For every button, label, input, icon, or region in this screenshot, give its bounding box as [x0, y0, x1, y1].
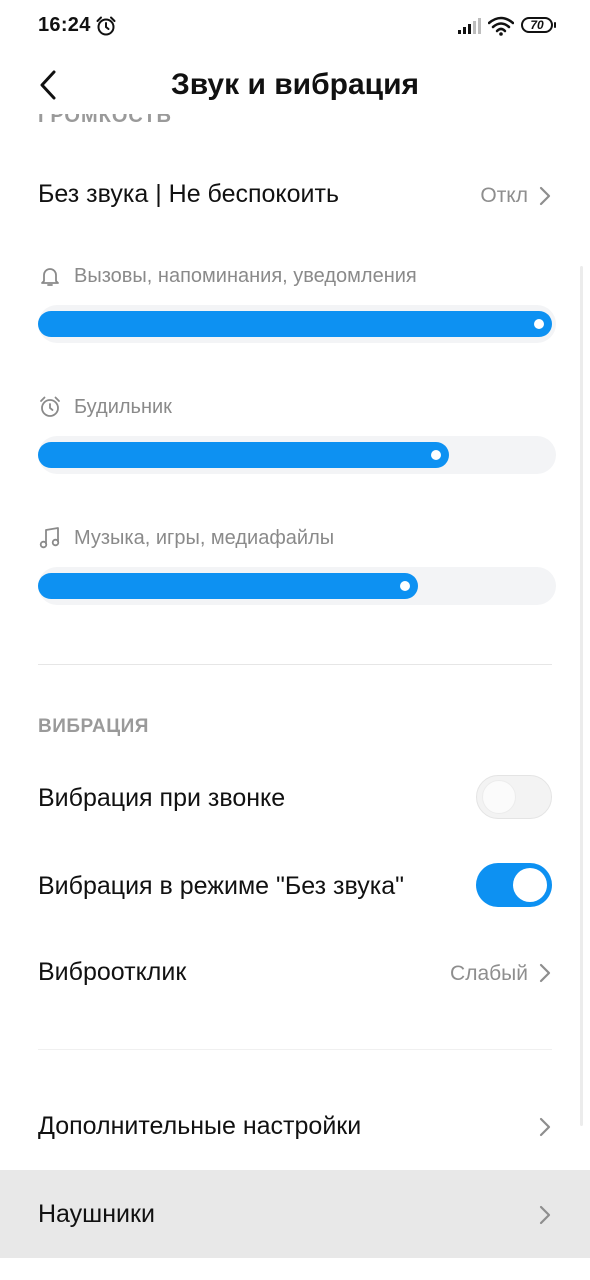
divider [38, 1049, 552, 1050]
bell-icon [41, 268, 59, 286]
vibration-on-silent-label: Вибрация в режиме "Без звука" [38, 872, 405, 900]
volume-media-label: Музыка, игры, медиафайлы [74, 527, 335, 549]
page-title: Звук и вибрация [170, 68, 420, 101]
music-note-icon [39, 527, 60, 549]
alarm-clock-icon [40, 396, 60, 417]
chevron-right-icon [539, 1205, 551, 1225]
chevron-right-icon [539, 963, 551, 983]
silent-mode-value: Откл [480, 184, 528, 207]
volume-section-title: ГРОМКОСТЬ [38, 114, 172, 127]
vibration-on-silent-toggle[interactable] [476, 863, 552, 907]
volume-alarm-knob[interactable] [431, 450, 441, 460]
silent-mode-label: Без звука | Не беспокоить [38, 180, 339, 208]
wifi-icon [488, 16, 514, 36]
vibration-on-ring-toggle[interactable] [476, 775, 552, 819]
volume-media-knob[interactable] [400, 581, 410, 591]
silent-mode-row[interactable]: Без звука | Не беспокоить Откл [0, 158, 590, 234]
alarm-clock-icon [96, 16, 116, 36]
chevron-right-icon [539, 1117, 551, 1137]
haptic-feedback-row[interactable]: Виброотклик Слабый [0, 930, 590, 1016]
volume-calls-fill [38, 311, 552, 337]
volume-calls-knob[interactable] [534, 319, 544, 329]
signal-icon [458, 18, 481, 34]
chevron-right-icon [539, 186, 551, 206]
volume-calls-slider[interactable] [38, 305, 556, 343]
haptic-feedback-value: Слабый [450, 962, 528, 985]
additional-settings-row[interactable]: Дополнительные настройки [0, 1084, 590, 1170]
volume-alarm-fill [38, 442, 449, 468]
volume-media-slider[interactable] [38, 567, 556, 605]
toggle-knob [482, 780, 516, 814]
status-time: 16:24 [38, 14, 91, 36]
headphones-row[interactable]: Наушники [0, 1170, 590, 1258]
headphones-label: Наушники [38, 1200, 155, 1228]
battery-indicator: 70 [521, 17, 553, 33]
toggle-knob [513, 868, 547, 902]
vibration-on-ring-row[interactable]: Вибрация при звонке [0, 754, 590, 842]
battery-nub [554, 22, 556, 28]
volume-alarm-label: Будильник [74, 396, 172, 418]
divider [38, 664, 552, 665]
vibration-section-title: ВИБРАЦИЯ [38, 716, 149, 737]
vibration-on-silent-row[interactable]: Вибрация в режиме "Без звука" [0, 842, 590, 930]
additional-settings-label: Дополнительные настройки [38, 1112, 362, 1140]
haptic-feedback-label: Виброотклик [38, 958, 187, 986]
status-bar: 16:24 70 [0, 0, 590, 56]
vibration-on-ring-label: Вибрация при звонке [38, 784, 286, 812]
volume-calls-label: Вызовы, напоминания, уведомления [74, 265, 417, 287]
volume-media-fill [38, 573, 418, 599]
volume-alarm-slider[interactable] [38, 436, 556, 474]
